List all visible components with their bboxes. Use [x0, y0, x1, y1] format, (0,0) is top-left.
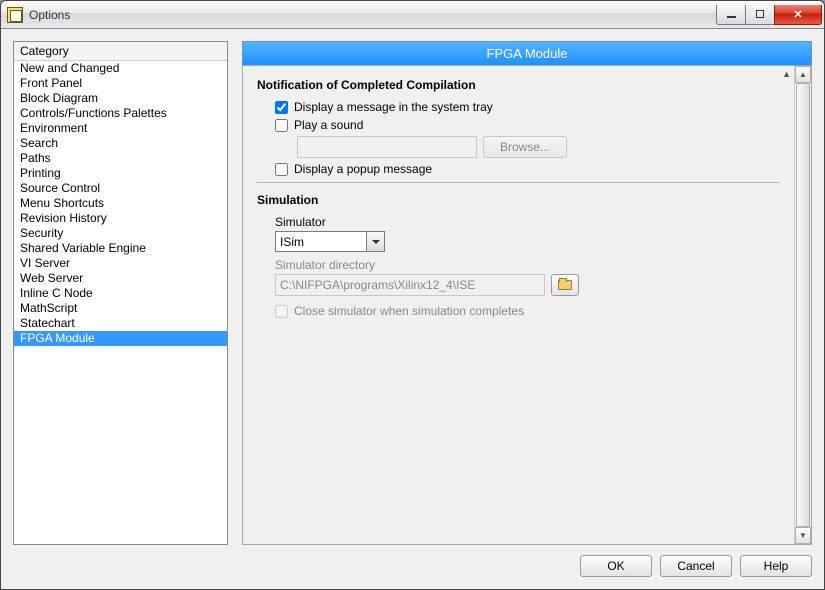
category-item[interactable]: New and Changed [14, 61, 227, 76]
label-simulator: Simulator [275, 215, 780, 229]
category-item[interactable]: VI Server [14, 256, 227, 271]
category-item[interactable]: Web Server [14, 271, 227, 286]
label-close-sim: Close simulator when simulation complete… [294, 304, 524, 318]
browse-dir-button[interactable] [551, 274, 579, 296]
category-item[interactable]: Environment [14, 121, 227, 136]
category-item[interactable]: Revision History [14, 211, 227, 226]
minimize-button[interactable] [716, 5, 746, 25]
options-dialog: Options ✕ Category New and ChangedFront … [0, 0, 825, 590]
row-display-tray: Display a message in the system tray [275, 100, 780, 114]
category-item[interactable]: Block Diagram [14, 91, 227, 106]
settings-scroll-area: ▲ Notification of Completed Compilation … [242, 65, 812, 545]
window-controls: ✕ [717, 5, 822, 25]
category-item[interactable]: Printing [14, 166, 227, 181]
category-panel: Category New and ChangedFront PanelBlock… [13, 41, 228, 545]
row-close-sim: Close simulator when simulation complete… [275, 304, 780, 318]
input-simulator-dir [275, 274, 545, 296]
titlebar[interactable]: Options ✕ [1, 1, 824, 29]
browse-sound-button: Browse... [483, 136, 567, 158]
cancel-button[interactable]: Cancel [660, 555, 732, 577]
category-item[interactable]: Paths [14, 151, 227, 166]
help-button[interactable]: Help [740, 555, 812, 577]
label-display-popup[interactable]: Display a popup message [294, 162, 432, 176]
settings-pane: FPGA Module ▲ Notification of Completed … [242, 41, 812, 545]
chevron-down-icon [366, 232, 384, 251]
minimize-icon [727, 16, 736, 18]
category-item[interactable]: FPGA Module [14, 331, 227, 346]
row-simulator-select: ISim [275, 231, 780, 252]
category-item[interactable]: Security [14, 226, 227, 241]
row-display-popup: Display a popup message [275, 162, 780, 176]
section-divider [257, 182, 780, 183]
category-item[interactable]: Source Control [14, 181, 227, 196]
checkbox-play-sound[interactable] [275, 119, 288, 132]
category-header: Category [14, 42, 227, 61]
checkbox-display-popup[interactable] [275, 163, 288, 176]
category-item[interactable]: Shared Variable Engine [14, 241, 227, 256]
checkbox-display-tray[interactable] [275, 101, 288, 114]
label-simulator-dir: Simulator directory [275, 258, 780, 272]
category-item[interactable]: MathScript [14, 301, 227, 316]
label-play-sound[interactable]: Play a sound [294, 118, 363, 132]
category-item[interactable]: Inline C Node [14, 286, 227, 301]
category-item[interactable]: Controls/Functions Palettes [14, 106, 227, 121]
category-item[interactable]: Statechart [14, 316, 227, 331]
category-item[interactable]: Menu Shortcuts [14, 196, 227, 211]
dialog-button-bar: OK Cancel Help [13, 545, 812, 577]
scroll-up-button[interactable]: ▲ [795, 66, 811, 83]
row-simulator-dir [275, 274, 780, 296]
simulator-select[interactable]: ISim [275, 231, 385, 252]
category-item[interactable]: Front Panel [14, 76, 227, 91]
client-area: Category New and ChangedFront PanelBlock… [1, 29, 824, 589]
section-notification-title: Notification of Completed Compilation [257, 78, 780, 92]
category-list[interactable]: New and ChangedFront PanelBlock DiagramC… [14, 61, 227, 544]
close-icon: ✕ [793, 8, 802, 21]
app-icon [7, 7, 23, 23]
scroll-down-button[interactable]: ▼ [795, 527, 811, 544]
settings-content: ▲ Notification of Completed Compilation … [243, 66, 794, 544]
scroll-track[interactable] [795, 83, 811, 527]
ok-button[interactable]: OK [580, 555, 652, 577]
label-display-tray[interactable]: Display a message in the system tray [294, 100, 493, 114]
close-button[interactable]: ✕ [774, 5, 822, 25]
category-item[interactable]: Search [14, 136, 227, 151]
maximize-button[interactable] [745, 5, 775, 25]
folder-icon [558, 280, 572, 290]
simulator-select-value: ISim [276, 235, 366, 249]
page-title: FPGA Module [242, 41, 812, 65]
row-sound-path: Browse... [297, 136, 780, 158]
section-simulation-title: Simulation [257, 193, 780, 207]
main-area: Category New and ChangedFront PanelBlock… [13, 41, 812, 545]
vertical-scrollbar[interactable]: ▲ ▼ [794, 66, 811, 544]
scroll-up-icon: ▲ [782, 69, 791, 79]
maximize-icon [756, 10, 764, 18]
input-sound-path [297, 136, 477, 158]
checkbox-close-sim [275, 305, 288, 318]
row-play-sound: Play a sound [275, 118, 780, 132]
window-title: Options [29, 8, 70, 22]
scroll-thumb[interactable] [796, 83, 810, 527]
